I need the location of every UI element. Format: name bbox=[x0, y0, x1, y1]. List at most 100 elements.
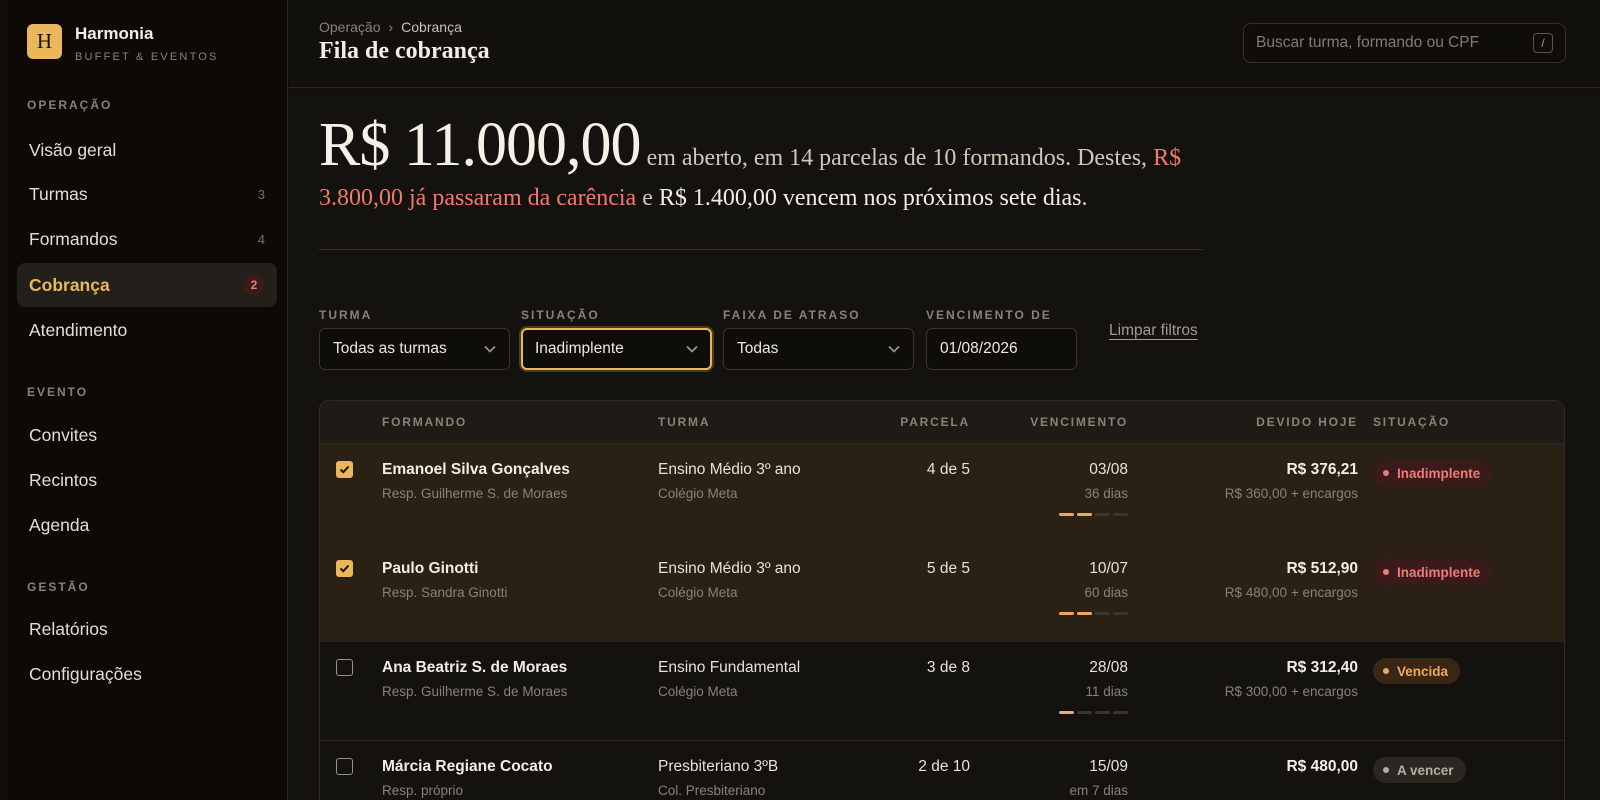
sidebar-item-formandos[interactable]: Formandos 4 bbox=[17, 217, 277, 261]
status-label: A vencer bbox=[1397, 762, 1454, 778]
vencimento-days: em 7 dias bbox=[1069, 783, 1128, 798]
row-checkbox[interactable] bbox=[336, 461, 353, 478]
responsavel: Resp. Guilherme S. de Moraes bbox=[382, 486, 568, 501]
sidebar-item-configuracoes[interactable]: Configurações bbox=[17, 652, 277, 696]
responsavel: Resp. próprio bbox=[382, 783, 464, 798]
sidebar-item-count: 3 bbox=[257, 186, 265, 202]
sidebar-item-cobranca[interactable]: Cobrança 2 bbox=[17, 263, 277, 307]
chevron-down-icon bbox=[888, 345, 900, 353]
sidebar-item-recintos[interactable]: Recintos bbox=[17, 458, 277, 502]
sidebar-item-agenda[interactable]: Agenda bbox=[17, 503, 277, 547]
column-header-formando[interactable]: FORMANDO bbox=[382, 415, 467, 429]
parcela: 2 de 10 bbox=[918, 758, 970, 775]
delay-segment bbox=[1077, 513, 1092, 516]
search-box[interactable]: / bbox=[1243, 23, 1566, 63]
breadcrumb-item-operacao[interactable]: Operação bbox=[319, 19, 380, 35]
vencimento-date: 03/08 bbox=[1089, 461, 1128, 478]
sidebar-item-convites[interactable]: Convites bbox=[17, 413, 277, 457]
table-row[interactable]: Emanoel Silva Gonçalves Resp. Guilherme S… bbox=[320, 444, 1564, 543]
vencimento-days: 11 dias bbox=[1085, 684, 1128, 699]
page-header: Operação › Cobrança Fila de cobrança / bbox=[289, 0, 1600, 88]
formando-name[interactable]: Paulo Ginotti bbox=[382, 560, 507, 578]
status-label: Inadimplente bbox=[1397, 465, 1481, 481]
turma-name: Ensino Médio 3º ano bbox=[658, 461, 801, 478]
brand-logo: H bbox=[27, 24, 62, 59]
turma-select[interactable]: Todas as turmas bbox=[319, 328, 510, 370]
row-checkbox[interactable] bbox=[336, 560, 353, 577]
filter-label: VENCIMENTO DE bbox=[926, 308, 1052, 322]
check-icon bbox=[339, 465, 350, 474]
status-badge: A vencer bbox=[1373, 757, 1466, 783]
devido-amount: R$ 480,00 bbox=[1286, 758, 1358, 775]
chevron-down-icon bbox=[686, 345, 698, 353]
status-badge: Vencida bbox=[1373, 658, 1461, 684]
clear-filters-link[interactable]: Limpar filtros bbox=[1109, 322, 1198, 340]
escola-name: Col. Presbiteriano bbox=[658, 783, 766, 798]
summary-text: em aberto, em 14 parcelas de 10 formando… bbox=[640, 145, 1154, 171]
column-header-devido-hoje[interactable]: DEVIDO HOJE bbox=[1256, 415, 1358, 429]
nav-section-operacao: OPERAÇÃO bbox=[27, 98, 113, 112]
nav-section-evento: EVENTO bbox=[27, 385, 89, 399]
parcela: 3 de 8 bbox=[926, 659, 970, 676]
sidebar-item-atendimento[interactable]: Atendimento bbox=[17, 308, 277, 352]
formando-name[interactable]: Emanoel Silva Gonçalves bbox=[382, 461, 570, 479]
sidebar-item-relatorios[interactable]: Relatórios bbox=[17, 607, 277, 651]
main-content: R$ 11.000,00 em aberto, em 14 parcelas d… bbox=[289, 89, 1600, 800]
devido-amount: R$ 512,90 bbox=[1286, 560, 1358, 577]
turma-name: Presbiteriano 3ºB bbox=[658, 758, 779, 775]
filter-label: TURMA bbox=[319, 308, 373, 322]
sidebar-item-label: Convites bbox=[29, 424, 98, 445]
sidebar-item-label: Cobrança bbox=[29, 274, 110, 295]
brand-name: Harmonia bbox=[75, 24, 154, 43]
devido-amount: R$ 376,21 bbox=[1286, 461, 1358, 478]
row-checkbox[interactable] bbox=[336, 659, 353, 676]
table-row[interactable]: Paulo Ginotti Resp. Sandra Ginotti Ensino… bbox=[320, 543, 1564, 642]
formando-name[interactable]: Márcia Regiane Cocato bbox=[382, 758, 553, 776]
sidebar-item-label: Relatórios bbox=[29, 618, 108, 639]
turma-name: Ensino Médio 3º ano bbox=[658, 560, 801, 577]
vencimento-date-input[interactable]: 01/08/2026 bbox=[926, 328, 1077, 370]
sidebar-item-badge: 2 bbox=[243, 274, 265, 296]
status-dot bbox=[1383, 767, 1389, 773]
devido-detail: R$ 360,00 + encargos bbox=[1224, 486, 1358, 501]
column-header-vencimento[interactable]: VENCIMENTO bbox=[1030, 415, 1128, 429]
delay-indicator bbox=[1059, 711, 1128, 714]
breadcrumb-item-current: Cobrança bbox=[401, 19, 462, 35]
vencimento-date: 28/08 bbox=[1089, 659, 1128, 676]
sidebar-item-visao-geral[interactable]: Visão geral bbox=[17, 128, 277, 172]
row-checkbox[interactable] bbox=[336, 758, 353, 775]
sidebar-item-label: Recintos bbox=[29, 469, 98, 490]
table-row[interactable]: Márcia Regiane Cocato Resp. próprio Presb… bbox=[320, 741, 1564, 800]
escola-name: Colégio Meta bbox=[658, 684, 738, 699]
column-header-turma[interactable]: TURMA bbox=[658, 415, 710, 429]
sidebar-item-turmas[interactable]: Turmas 3 bbox=[17, 172, 277, 216]
situacao-select[interactable]: Inadimplente bbox=[521, 328, 712, 370]
faixa-atraso-select[interactable]: Todas bbox=[723, 328, 914, 370]
delay-segment bbox=[1095, 612, 1110, 615]
status-badge: Inadimplente bbox=[1373, 460, 1493, 486]
formando-name[interactable]: Ana Beatriz S. de Moraes bbox=[382, 659, 567, 677]
summary-sentence: R$ 11.000,00 em aberto, em 14 parcelas d… bbox=[319, 114, 1199, 218]
column-header-parcela[interactable]: PARCELA bbox=[900, 415, 970, 429]
table-header: FORMANDO TURMA PARCELA VENCIMENTO DEVIDO… bbox=[320, 401, 1564, 444]
sidebar-item-label: Turmas bbox=[29, 183, 88, 204]
delay-segment bbox=[1113, 612, 1128, 615]
page-title: Fila de cobrança bbox=[319, 38, 490, 64]
column-header-situacao[interactable]: SITUAÇÃO bbox=[1373, 415, 1450, 429]
table-row[interactable]: Ana Beatriz S. de Moraes Resp. Guilherme … bbox=[320, 642, 1564, 741]
devido-amount: R$ 312,40 bbox=[1286, 659, 1358, 676]
chevron-down-icon bbox=[484, 345, 496, 353]
parcela: 5 de 5 bbox=[926, 560, 970, 577]
select-value: Inadimplente bbox=[535, 340, 624, 357]
delay-segment bbox=[1077, 612, 1092, 615]
brand[interactable]: H Harmonia BUFFET & EVENTOS bbox=[27, 24, 219, 63]
filter-turma: TURMA Todas as turmas bbox=[319, 308, 510, 370]
brand-subtitle: BUFFET & EVENTOS bbox=[75, 51, 219, 63]
date-value: 01/08/2026 bbox=[940, 340, 1018, 357]
parcela: 4 de 5 bbox=[926, 461, 970, 478]
turma-name: Ensino Fundamental bbox=[658, 659, 801, 676]
status-dot bbox=[1383, 668, 1389, 674]
devido-detail: R$ 480,00 + encargos bbox=[1224, 585, 1358, 600]
search-input[interactable] bbox=[1256, 34, 1533, 52]
vencimento-date: 10/07 bbox=[1089, 560, 1128, 577]
